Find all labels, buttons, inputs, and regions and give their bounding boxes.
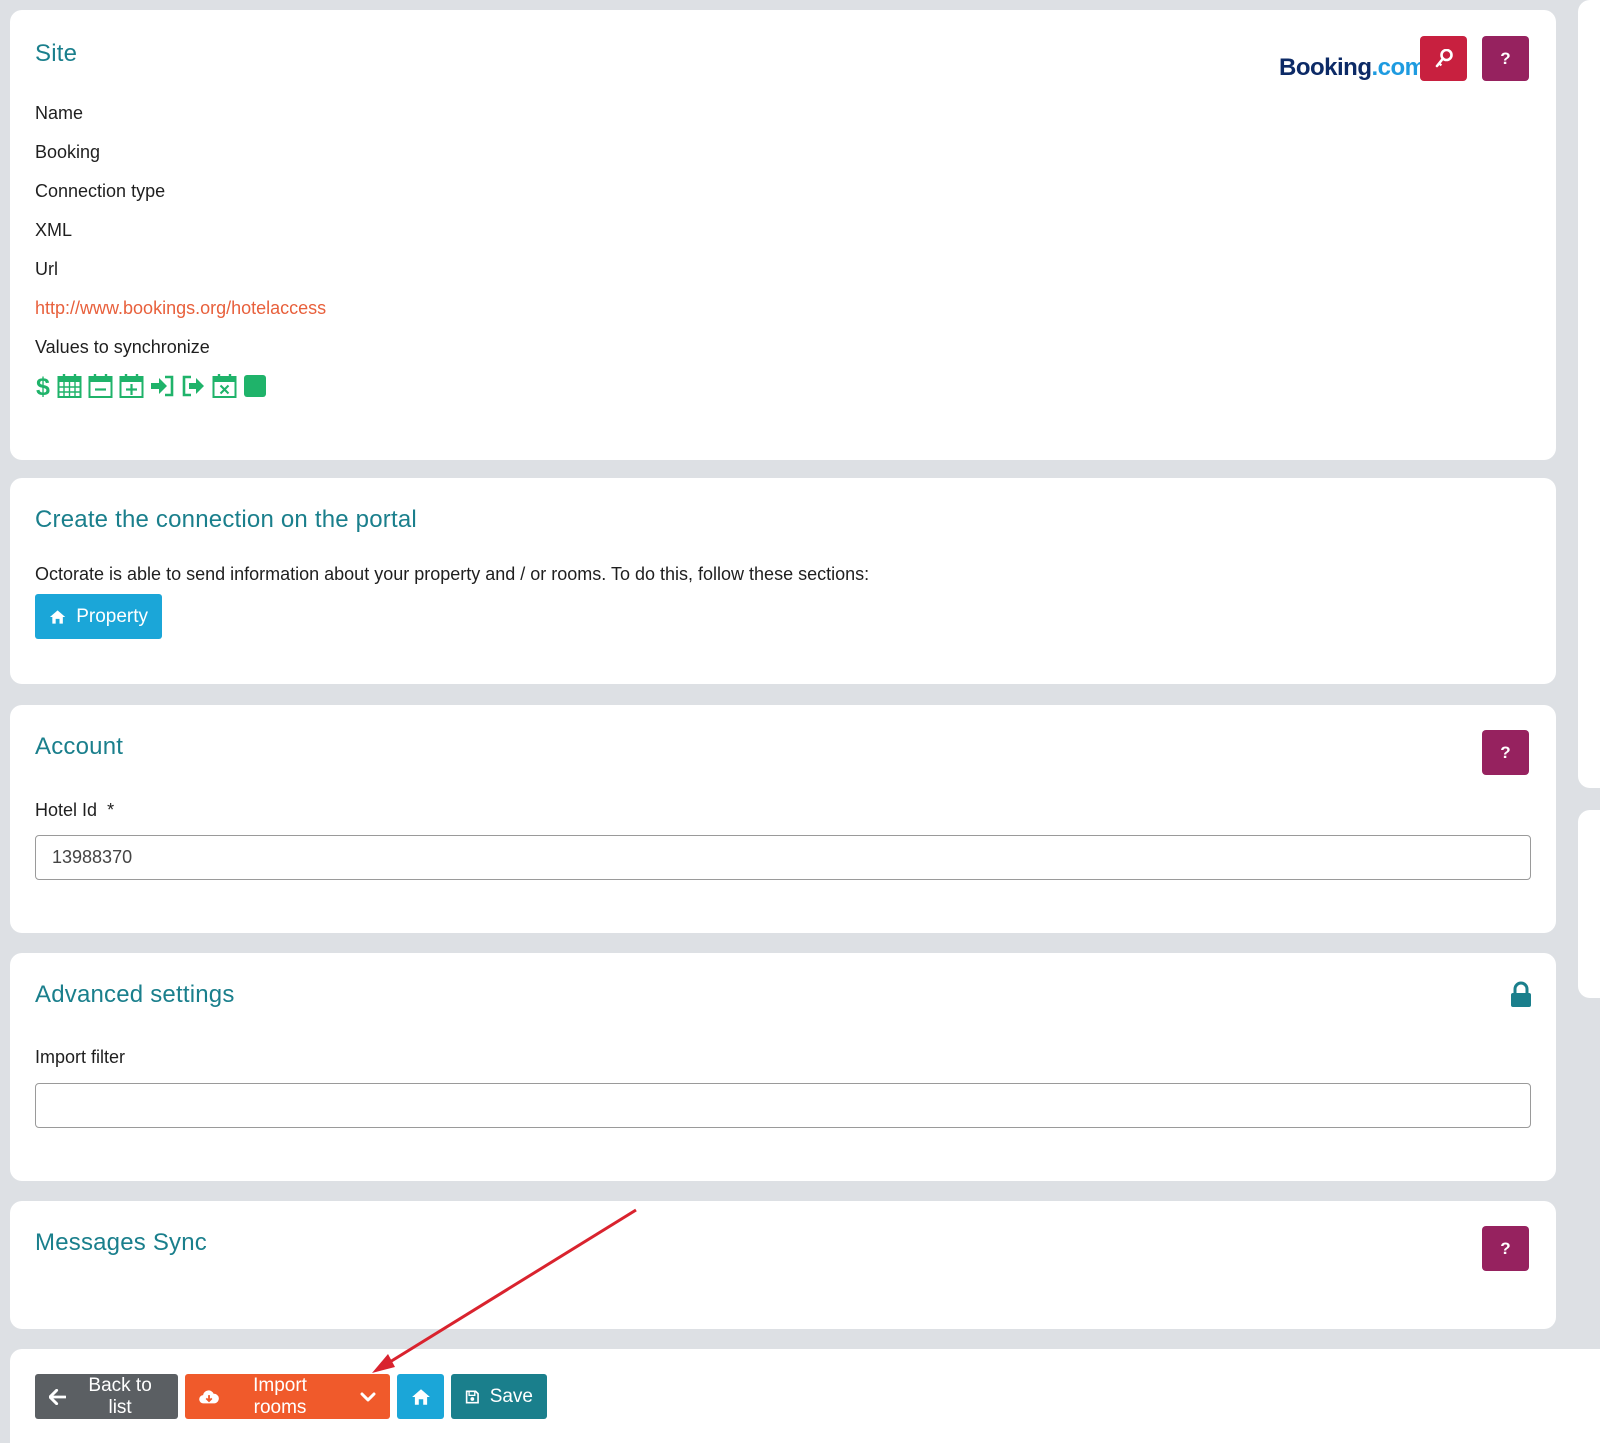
url-link[interactable]: http://www.bookings.org/hotelaccess: [35, 298, 326, 319]
messages-sync-title: Messages Sync: [35, 1229, 208, 1256]
calendar-minus-icon: [88, 373, 113, 399]
name-value: Booking: [35, 142, 101, 162]
question-icon: ?: [1500, 48, 1511, 68]
site-card: Site Booking.com ? Name Booking Connecti…: [10, 10, 1556, 460]
sync-icons-row: $: [35, 372, 267, 400]
site-title: Site: [35, 40, 78, 67]
account-help-button[interactable]: ?: [1482, 730, 1529, 775]
back-to-list-button[interactable]: Back to list: [35, 1374, 178, 1419]
side-panel-edge: [1578, 0, 1600, 788]
connection-type-value: XML: [35, 220, 73, 240]
sign-out-icon: [181, 375, 206, 397]
name-label: Name: [35, 103, 84, 123]
square-icon: [243, 374, 267, 398]
home-icon: [411, 1388, 430, 1405]
credentials-button[interactable]: [1420, 36, 1467, 81]
dollar-icon: $: [35, 372, 51, 400]
home-button[interactable]: [397, 1374, 444, 1419]
cloud-download-icon: [199, 1389, 219, 1403]
account-title: Account: [35, 733, 124, 760]
property-button[interactable]: Property: [35, 594, 162, 639]
calendar-times-icon: [212, 373, 237, 399]
connection-card: Create the connection on the portal Octo…: [10, 478, 1556, 684]
advanced-settings-title: Advanced settings: [35, 981, 235, 1008]
calendar-plus-icon: [119, 373, 144, 399]
save-button[interactable]: Save: [451, 1374, 547, 1419]
key-icon: [1435, 48, 1453, 67]
hotel-id-label: Hotel Id *: [35, 800, 115, 820]
connection-title: Create the connection on the portal: [35, 506, 417, 533]
calendar-grid-icon: [57, 373, 82, 399]
side-panel-edge: [1578, 810, 1600, 998]
arrow-left-icon: [49, 1388, 67, 1405]
messages-help-button[interactable]: ?: [1482, 1226, 1529, 1271]
required-mark: *: [107, 800, 115, 820]
connection-type-label: Connection type: [35, 181, 166, 201]
account-card: Account ? Hotel Id *: [10, 705, 1556, 933]
values-to-synchronize-label: Values to synchronize: [35, 337, 210, 357]
chevron-down-icon: [360, 1392, 375, 1401]
svg-text:$: $: [36, 373, 50, 400]
floppy-disk-icon: [465, 1389, 479, 1404]
url-label: Url: [35, 259, 58, 279]
question-icon: ?: [1500, 1238, 1511, 1258]
import-filter-label: Import filter: [35, 1047, 126, 1067]
sign-in-icon: [150, 375, 175, 397]
import-rooms-button[interactable]: Import rooms: [185, 1374, 345, 1419]
hotel-id-input[interactable]: [35, 835, 1531, 880]
booking-logo: Booking.com: [1279, 54, 1426, 81]
site-help-button[interactable]: ?: [1482, 36, 1529, 81]
import-filter-input[interactable]: [35, 1083, 1531, 1128]
advanced-settings-card: Advanced settings Import filter: [10, 953, 1556, 1181]
connection-description: Octorate is able to send information abo…: [35, 564, 870, 584]
question-icon: ?: [1500, 742, 1511, 762]
home-icon: [49, 609, 66, 624]
import-rooms-dropdown-button[interactable]: [345, 1374, 390, 1419]
lock-icon[interactable]: [1510, 981, 1532, 1013]
messages-sync-card: Messages Sync ?: [10, 1201, 1556, 1329]
